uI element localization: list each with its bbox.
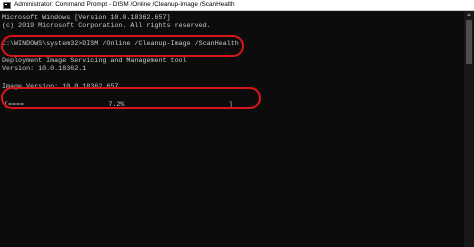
- scrollbar-thumb[interactable]: [466, 20, 472, 64]
- progress-highlight-oval: [1, 87, 261, 109]
- scroll-up-arrow-icon[interactable]: [467, 13, 471, 16]
- console-line-tool-version: Version: 10.0.18362.1: [2, 65, 87, 73]
- console-line-version: Microsoft Windows [Version 10.0.18362.65…: [2, 14, 171, 22]
- window-title: Administrator: Command Prompt - DISM /On…: [14, 1, 235, 8]
- command-highlight-oval: [1, 35, 244, 57]
- console-line-tool-name: Deployment Image Servicing and Managemen…: [2, 57, 187, 65]
- command-prompt-icon: [3, 1, 11, 9]
- title-bar[interactable]: Administrator: Command Prompt - DISM /On…: [0, 0, 474, 11]
- console-line-copyright: (c) 2019 Microsoft Corporation. All righ…: [2, 22, 211, 30]
